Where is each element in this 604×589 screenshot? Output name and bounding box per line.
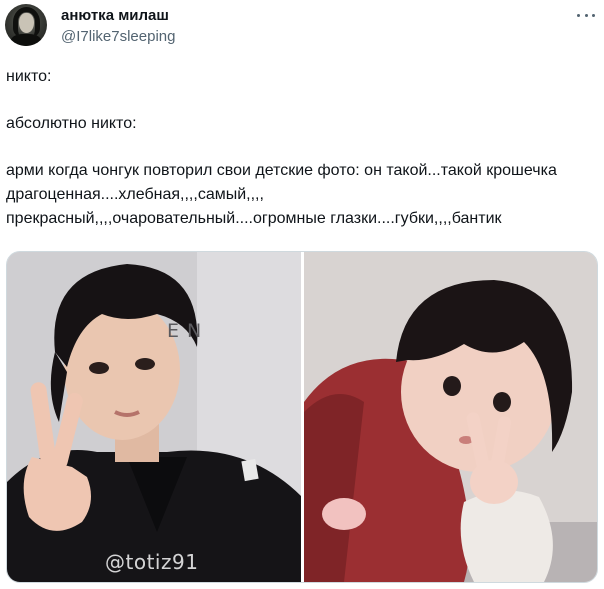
avatar[interactable] (5, 4, 47, 46)
tweet-text-line: никто: (6, 68, 52, 85)
more-dot (577, 13, 580, 17)
author-handle[interactable]: @I7like7sleeping (61, 27, 175, 46)
tweet-media[interactable]: EN @totiz91 (6, 251, 598, 583)
photo-adult-peace-sign[interactable]: EN @totiz91 (7, 252, 301, 582)
photo-watermark: @totiz91 (105, 550, 199, 574)
more-horizontal-icon[interactable] (577, 10, 595, 20)
tweet-card: анютка милаш @I7like7sleeping никто: абс… (0, 0, 604, 589)
photo-adult-illustration (7, 252, 301, 582)
avatar-hair-shape (13, 7, 40, 37)
photo-child-peace-sign[interactable] (303, 252, 597, 582)
author-names: анютка милаш @I7like7sleeping (61, 7, 175, 46)
photo-background-text: EN (167, 320, 210, 342)
author-display-name[interactable]: анютка милаш (61, 7, 175, 25)
more-dot (584, 13, 588, 17)
more-dot (592, 13, 595, 17)
photo-child-illustration (303, 252, 597, 582)
tweet-header: анютка милаш @I7like7sleeping (5, 4, 599, 48)
tweet-text: никто: абсолютно никто: арми когда чонгу… (6, 65, 598, 231)
tweet-text-line: абсолютно никто: (6, 115, 137, 132)
tweet-text-line: арми когда чонгук повторил свои детские … (6, 162, 557, 227)
